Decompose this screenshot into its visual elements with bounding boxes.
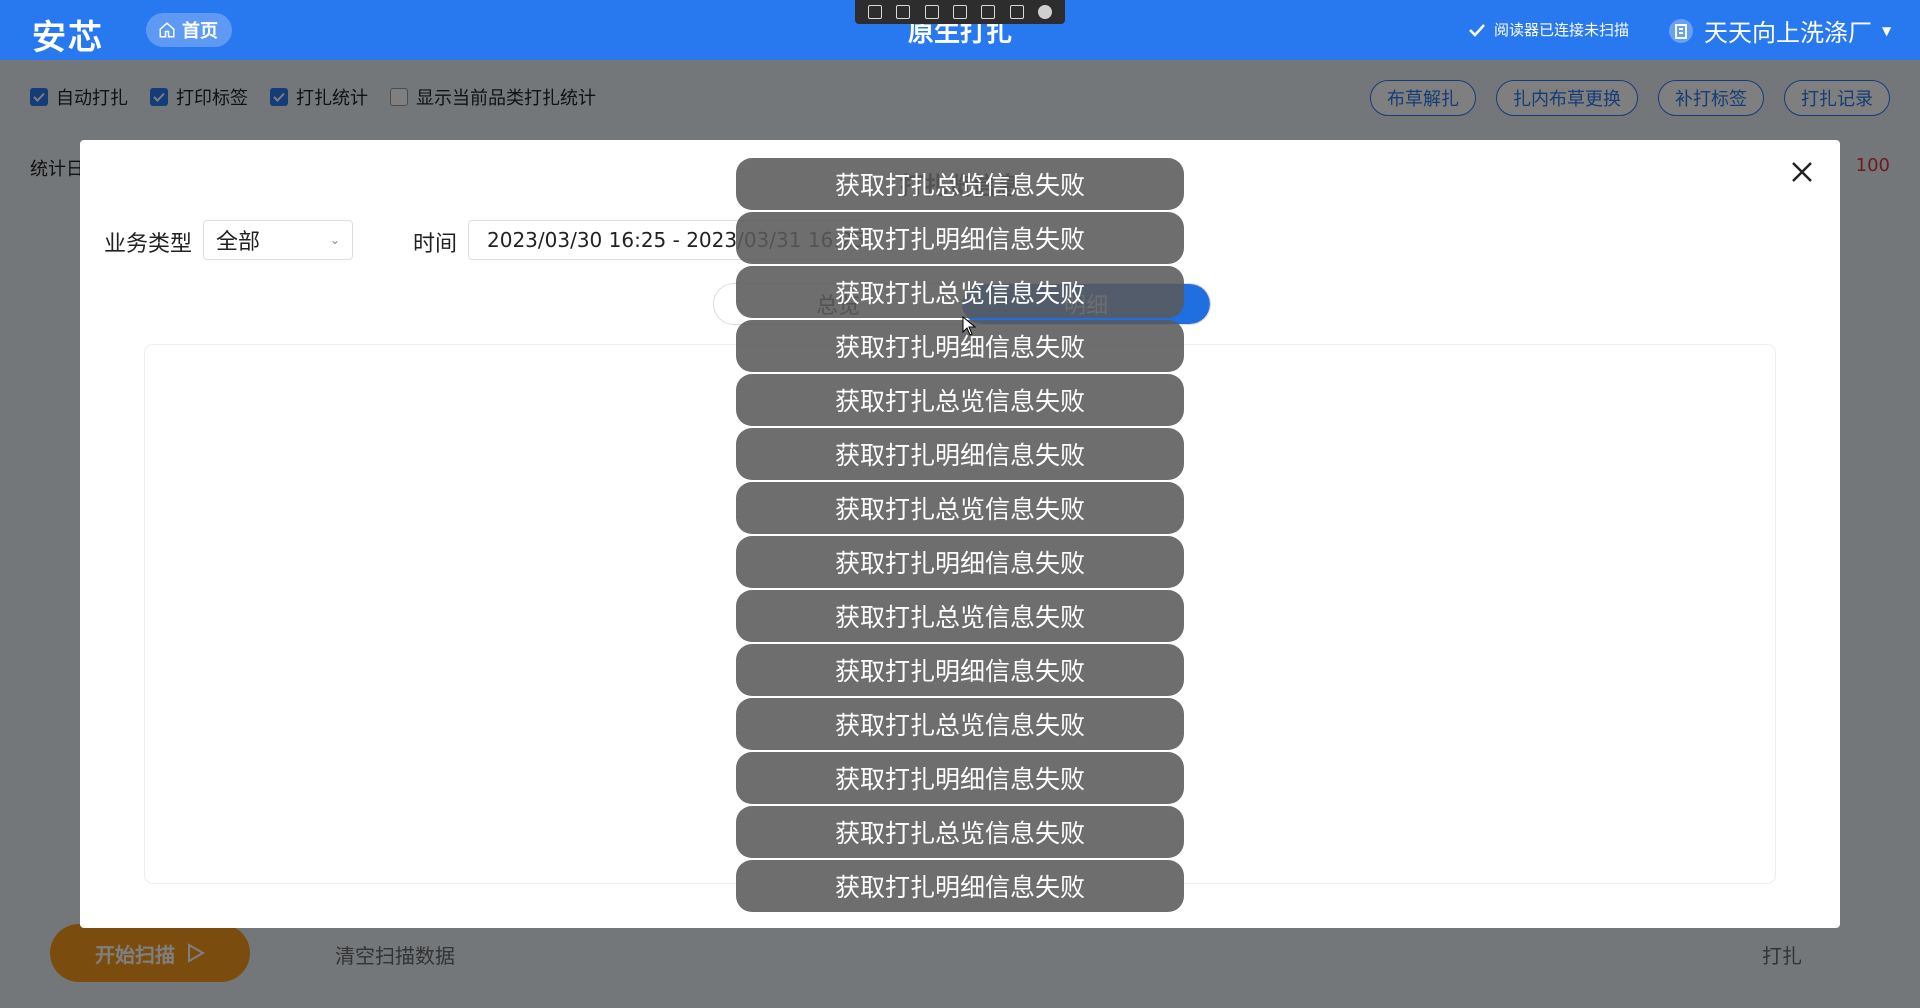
error-toast: 获取打扎明细信息失败 (736, 644, 1184, 696)
pointer-tool-icon[interactable] (924, 5, 939, 19)
factory-name: 天天向上洗涤厂 (1704, 19, 1872, 47)
business-type-label: 业务类型 (104, 232, 193, 257)
error-toast: 获取打扎总览信息失败 (736, 590, 1184, 642)
error-toast: 获取打扎总览信息失败 (736, 806, 1184, 858)
mouse-cursor-icon (962, 316, 976, 336)
check-tool-icon[interactable] (1037, 5, 1052, 19)
close-icon[interactable] (1786, 156, 1818, 188)
error-toast: 获取打扎明细信息失败 (736, 428, 1184, 480)
screen-recorder-toolbar (855, 0, 1065, 24)
toast-stack: 获取打扎总览信息失败 获取打扎明细信息失败 获取打扎总览信息失败 获取打扎明细信… (736, 158, 1184, 914)
factory-selector[interactable]: 天天向上洗涤厂 ▼ (1668, 13, 1891, 48)
time-label: 时间 (413, 232, 458, 257)
error-toast: 获取打扎总览信息失败 (736, 698, 1184, 750)
error-toast: 获取打扎明细信息失败 (736, 752, 1184, 804)
error-toast: 获取打扎明细信息失败 (736, 536, 1184, 588)
error-toast: 获取打扎明细信息失败 (736, 860, 1184, 912)
window-tool-icon[interactable] (981, 5, 996, 19)
record-tool-icon[interactable] (868, 5, 883, 19)
check-icon (1469, 23, 1485, 37)
error-toast: 获取打扎总览信息失败 (736, 158, 1184, 210)
settings-tool-icon[interactable] (1009, 5, 1024, 19)
chevron-down-icon: ⌄ (329, 233, 340, 247)
business-type-value: 全部 (216, 230, 261, 255)
reader-status: 阅读器已连接未扫描 (1468, 19, 1629, 40)
building-icon (1669, 18, 1693, 43)
error-toast: 获取打扎总览信息失败 (736, 482, 1184, 534)
region-tool-icon[interactable] (952, 5, 967, 19)
caret-down-icon: ▼ (1882, 23, 1892, 38)
reader-status-text: 阅读器已连接未扫描 (1494, 21, 1630, 39)
top-bar: 安芯 首页 原生打扎 阅读器已连接未扫描 天天向上洗涤厂 ▼ (0, 0, 1920, 60)
error-toast: 获取打扎明细信息失败 (736, 320, 1184, 372)
business-type-select[interactable]: 全部 ⌄ (203, 220, 353, 260)
camera-tool-icon[interactable] (896, 5, 911, 19)
error-toast: 获取打扎总览信息失败 (736, 266, 1184, 318)
error-toast: 获取打扎明细信息失败 (736, 212, 1184, 264)
error-toast: 获取打扎总览信息失败 (736, 374, 1184, 426)
